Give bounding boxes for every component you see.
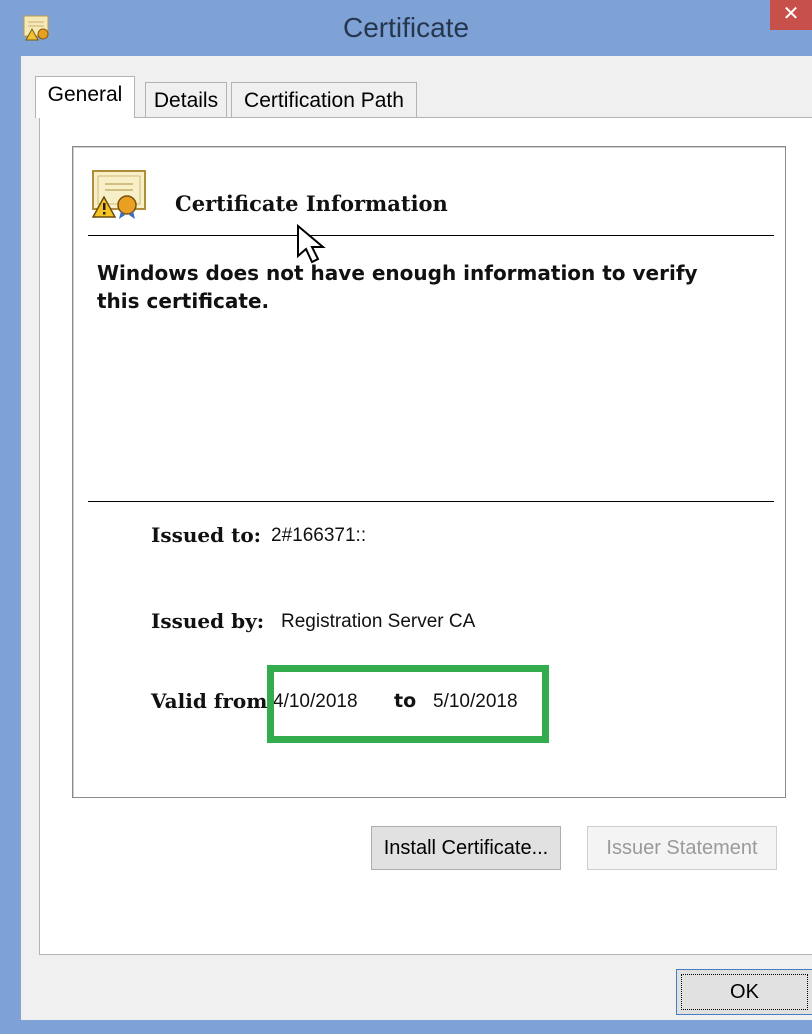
issued-by-label: Issued by: — [151, 609, 265, 633]
certificate-window: Certificate ✕ General Details Certificat… — [0, 0, 812, 1034]
issued-to-value: 2#166371:: — [271, 525, 367, 546]
details-divider — [88, 501, 774, 502]
tab-details[interactable]: Details — [145, 82, 227, 118]
general-tab-page: Certificate Information Windows does not… — [39, 117, 812, 955]
window-title: Certificate — [342, 12, 470, 43]
focus-rectangle — [681, 974, 808, 1010]
issuer-statement-button[interactable]: Issuer Statement — [587, 826, 777, 870]
certificate-warning-icon — [91, 170, 146, 219]
dialog-client-area: General Details Certification Path Certi… — [20, 56, 812, 1020]
validity-highlight-box — [267, 665, 549, 743]
issued-to-label: Issued to: — [151, 523, 262, 547]
install-certificate-button[interactable]: Install Certificate... — [371, 826, 561, 870]
valid-from-label: Valid from — [151, 689, 268, 713]
certificate-information-panel: Certificate Information Windows does not… — [72, 146, 786, 798]
tab-general[interactable]: General — [35, 76, 135, 118]
heading-divider — [88, 235, 774, 236]
title-bar[interactable]: Certificate ✕ — [0, 0, 812, 56]
ok-button[interactable]: OK — [676, 969, 812, 1015]
issued-by-value: Registration Server CA — [281, 611, 476, 632]
tab-certification-path[interactable]: Certification Path — [231, 82, 417, 118]
verification-warning-text: Windows does not have enough information… — [97, 261, 698, 313]
certificate-information-heading: Certificate Information — [175, 191, 448, 216]
close-button[interactable]: ✕ — [770, 0, 812, 30]
mouse-pointer-icon — [297, 224, 326, 264]
